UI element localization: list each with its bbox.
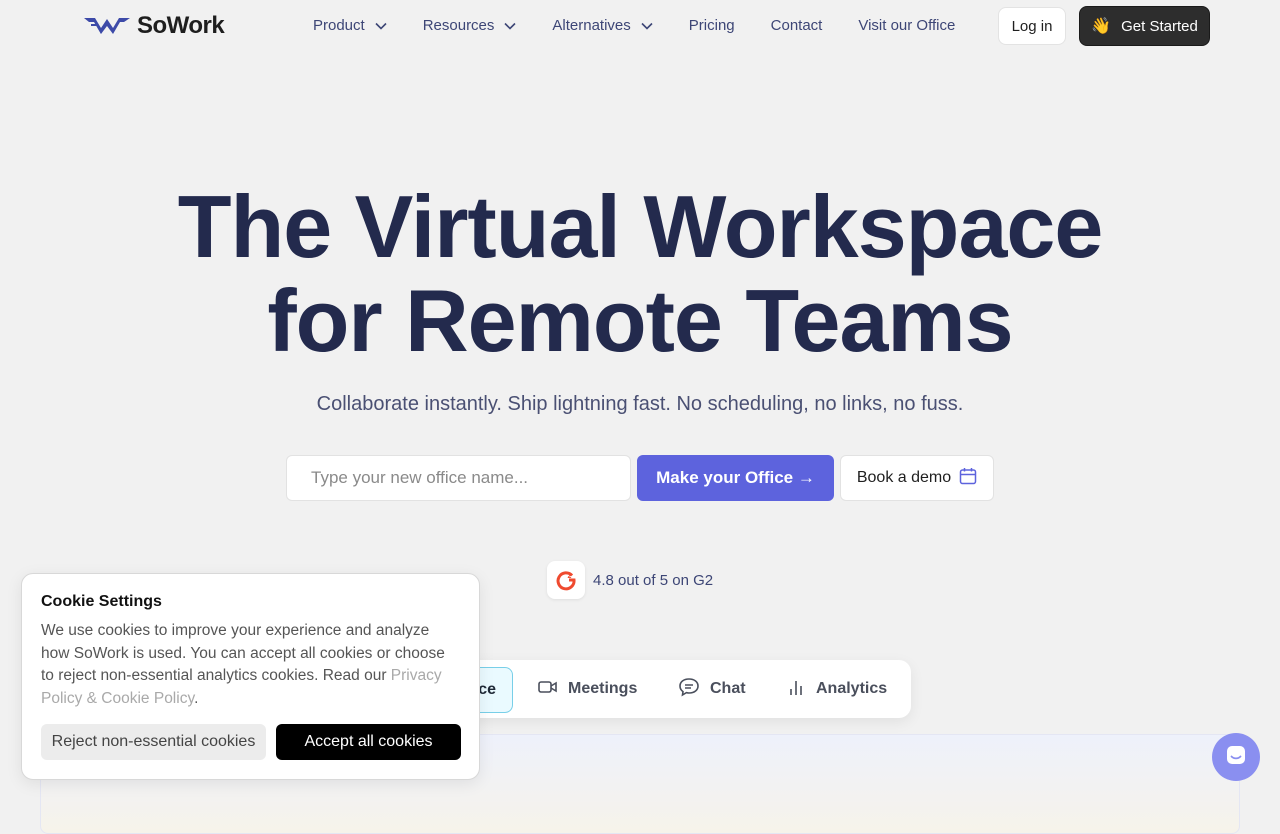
nav-item-label: Resources xyxy=(422,17,495,34)
get-started-label: Get Started xyxy=(1121,17,1198,35)
reject-cookies-button[interactable]: Reject non-essential cookies xyxy=(41,724,266,760)
cookie-dialog-body: We use cookies to improve your experienc… xyxy=(41,620,461,710)
hero-title: The Virtual Workspace for Remote Teams xyxy=(0,180,1280,368)
brand-logo[interactable]: SoWork xyxy=(83,12,225,40)
main-nav: Product Resources Alternatives Pricing C… xyxy=(313,17,991,34)
calendar-icon xyxy=(959,467,977,490)
tab-meetings[interactable]: Meetings xyxy=(538,660,637,718)
accept-cookies-button[interactable]: Accept all cookies xyxy=(276,724,461,760)
support-chat-launcher[interactable] xyxy=(1212,733,1260,781)
svg-text:2: 2 xyxy=(568,573,572,580)
cookie-body-end: . xyxy=(194,689,199,707)
brand-name: SoWork xyxy=(137,12,225,39)
site-header: SoWork Product Resources Alternatives Pr… xyxy=(0,0,1280,54)
chat-bubble-icon xyxy=(678,677,700,702)
nav-item-alternatives[interactable]: Alternatives xyxy=(552,17,653,34)
cookie-dialog-title: Cookie Settings xyxy=(41,593,162,610)
chevron-down-icon xyxy=(375,17,387,34)
chat-launcher-icon xyxy=(1225,744,1247,771)
hero-title-line-2: for Remote Teams xyxy=(267,271,1013,370)
tab-label: Meetings xyxy=(568,680,638,697)
nav-item-pricing[interactable]: Pricing xyxy=(689,17,735,34)
nav-item-label: Product xyxy=(313,17,365,34)
nav-item-label: Alternatives xyxy=(552,17,631,34)
tab-analytics[interactable]: Analytics xyxy=(788,660,887,718)
bar-chart-icon xyxy=(788,678,806,701)
nav-item-resources[interactable]: Resources xyxy=(423,17,517,34)
chevron-down-icon xyxy=(504,17,516,34)
tab-label: Chat xyxy=(710,680,746,697)
nav-item-contact[interactable]: Contact xyxy=(771,17,823,34)
make-office-button[interactable]: Make your Office → xyxy=(637,455,834,501)
book-demo-button[interactable]: Book a demo xyxy=(840,455,994,501)
cookie-settings-dialog: Cookie Settings We use cookies to improv… xyxy=(21,573,480,780)
nav-item-visit-office[interactable]: Visit our Office xyxy=(858,17,955,34)
tab-label: Analytics xyxy=(816,680,888,697)
hero-title-line-1: The Virtual Workspace xyxy=(177,177,1104,276)
nav-item-product[interactable]: Product xyxy=(313,17,387,34)
login-button[interactable]: Log in xyxy=(998,7,1066,45)
cookie-body-text: We use cookies to improve your experienc… xyxy=(41,622,445,684)
hero-subtitle: Collaborate instantly. Ship lightning fa… xyxy=(316,393,964,415)
waving-hand-icon: 👋 xyxy=(1091,18,1112,35)
chevron-down-icon xyxy=(641,17,653,34)
video-camera-icon xyxy=(538,680,558,699)
book-demo-label: Book a demo xyxy=(856,469,952,486)
nav-item-label: Visit our Office xyxy=(858,17,956,34)
nav-item-label: Pricing xyxy=(688,17,735,34)
office-name-input[interactable] xyxy=(286,455,631,501)
g2-rating-text: 4.8 out of 5 on G2 xyxy=(593,571,714,589)
sowork-logo-icon xyxy=(84,18,130,34)
nav-item-label: Contact xyxy=(770,17,823,34)
g2-logo-icon: 2 xyxy=(547,561,585,599)
g2-rating[interactable]: 2 4.8 out of 5 on G2 xyxy=(547,561,713,599)
get-started-button[interactable]: 👋 Get Started xyxy=(1079,6,1210,46)
tab-chat[interactable]: Chat xyxy=(678,660,746,718)
